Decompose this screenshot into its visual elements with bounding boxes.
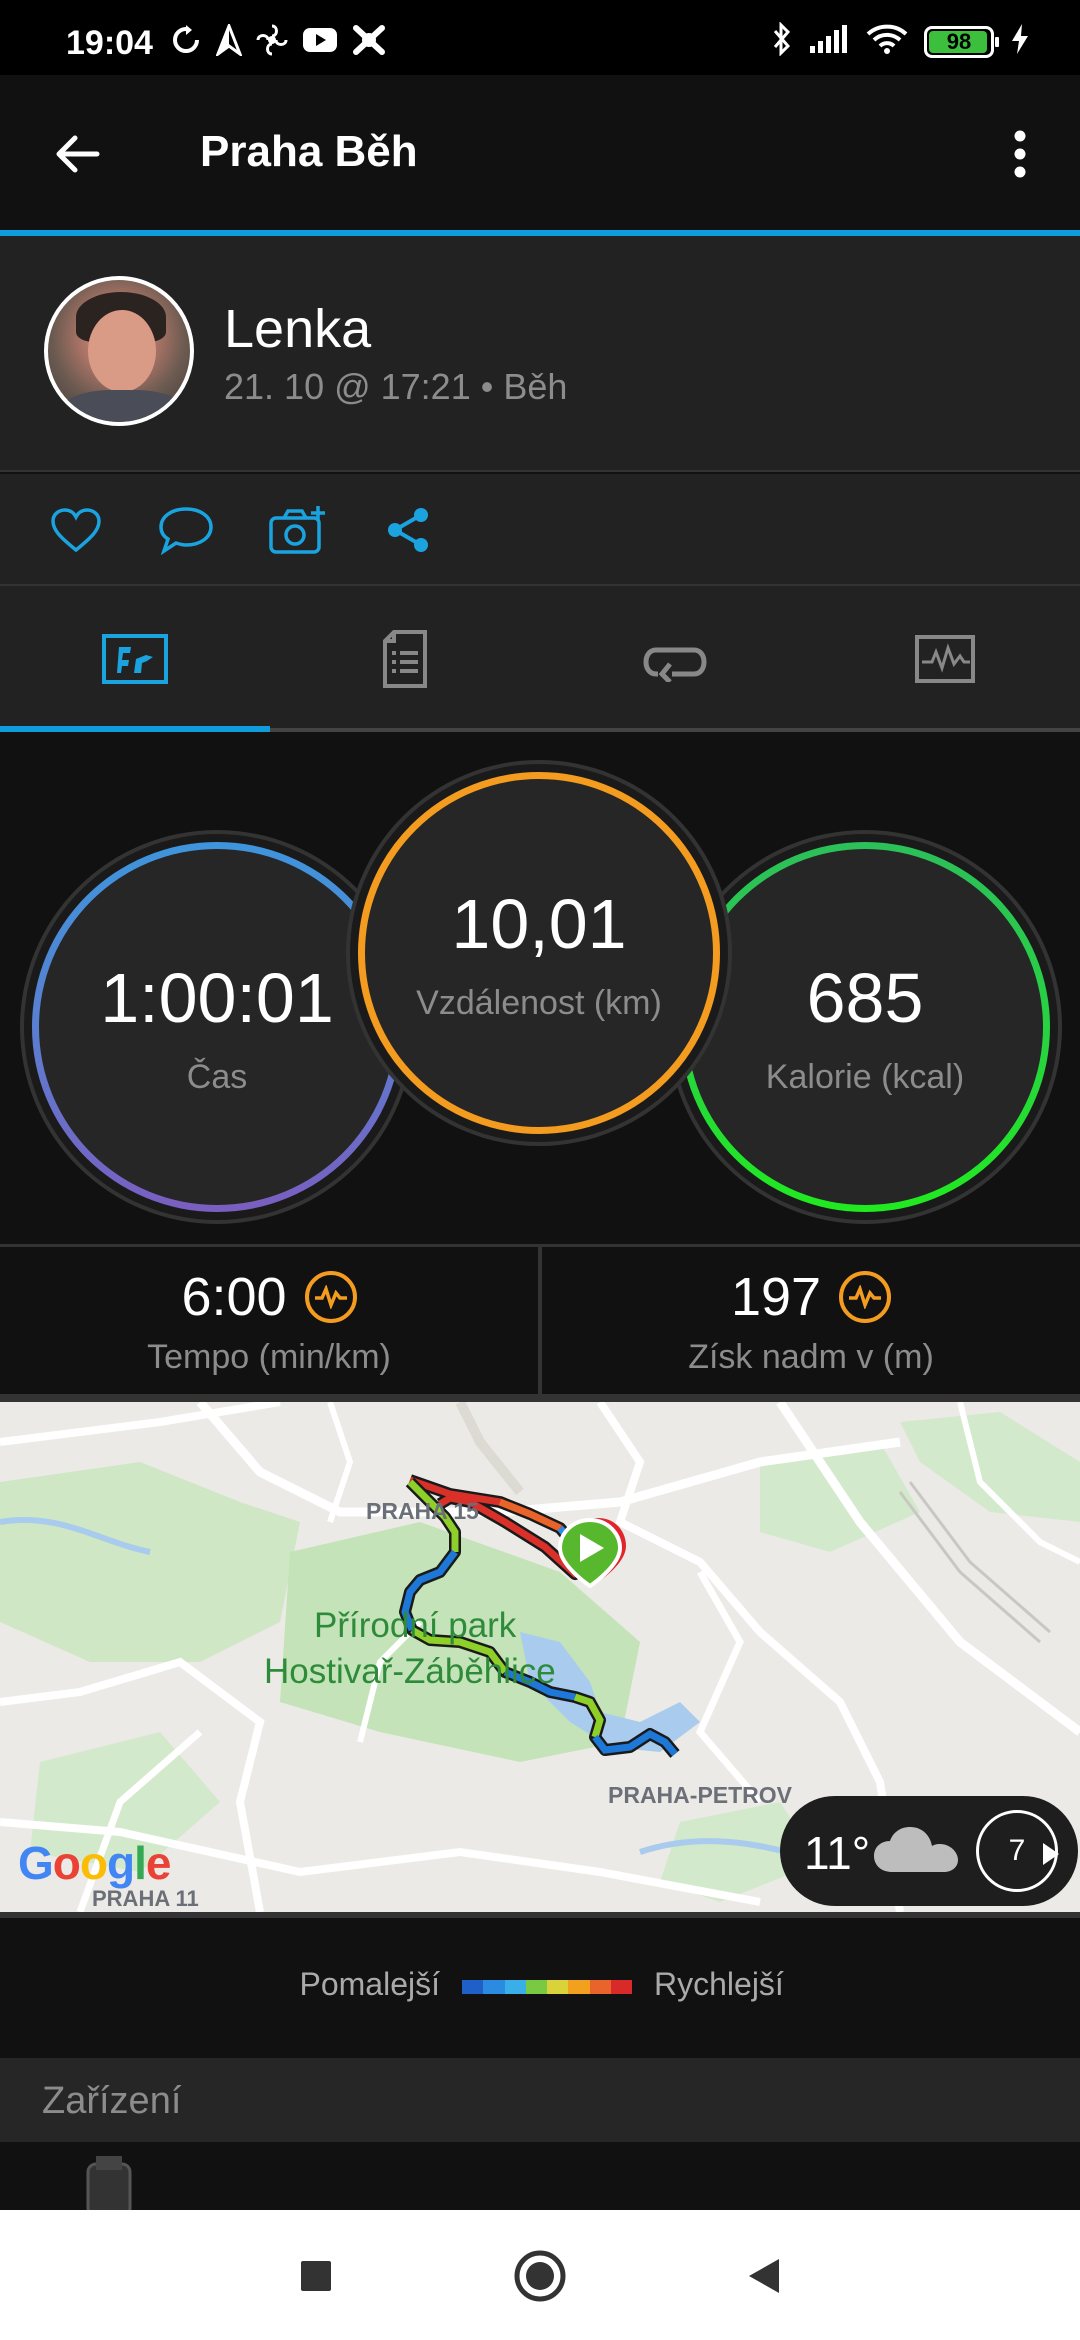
legend-slower-label: Pomalejší (299, 1966, 441, 2002)
elevation-metric[interactable]: 197 Získ nadm v (m) (542, 1266, 1080, 1377)
game-icon (352, 24, 386, 61)
divider (0, 1394, 1080, 1402)
legend-faster-label: Rychlejší (654, 1966, 784, 2002)
activity-subtitle: 21. 10 @ 17:21 • Běh (224, 366, 568, 407)
divider (0, 470, 1080, 472)
tempo-metric[interactable]: 6:00 Tempo (min/km) (0, 1266, 538, 1377)
time-label: Čas (186, 1057, 248, 1096)
share-button[interactable] (378, 502, 438, 558)
calories-label: Kalorie (kcal) (765, 1057, 965, 1096)
laps-icon (643, 647, 707, 682)
weather-badge[interactable]: 11° 7 (780, 1796, 1078, 1906)
tab-charts[interactable] (810, 586, 1080, 732)
system-back-button[interactable] (734, 2246, 794, 2306)
home-button[interactable] (510, 2246, 570, 2306)
app-bar: Praha Běh (0, 75, 1080, 230)
distance-label: Vzdálenost (km) (416, 983, 662, 1022)
status-bar: 19:04 98 (0, 0, 1080, 75)
social-actions (0, 474, 1080, 584)
status-right-icons: 98 (772, 21, 1030, 61)
pulse-icon (304, 1271, 357, 1323)
cloud-icon (870, 1822, 962, 1883)
activity-profile: Lenka 21. 10 @ 17:21 • Běh (0, 236, 1080, 472)
devices-heading: Zařízení (42, 2080, 182, 2122)
details-icon (383, 630, 427, 688)
wind-speed: 7 (1008, 1834, 1026, 1867)
wind-indicator: 7 (976, 1810, 1059, 1892)
add-photo-button[interactable] (268, 502, 328, 558)
fan-icon (256, 24, 288, 61)
recent-apps-icon (301, 2261, 331, 2291)
map-label-praha15: PRAHA 15 (366, 1498, 479, 1524)
elevation-value: 197 (730, 1267, 822, 1327)
weather-temperature: 11° (804, 1827, 871, 1879)
wifi-icon (866, 23, 908, 60)
signal-icon (808, 24, 850, 59)
calories-stat[interactable]: 685 Kalorie (kcal) (680, 842, 1050, 1212)
activity-tabs (0, 586, 1080, 732)
tempo-label: Tempo (min/km) (147, 1338, 391, 1376)
google-logo: Google (18, 1837, 171, 1889)
distance-stat[interactable]: 10,01 Vzdálenost (km) (358, 772, 720, 1134)
comment-button[interactable] (156, 502, 216, 558)
youtube-icon (302, 26, 338, 59)
elevation-label: Získ nadm v (m) (688, 1338, 934, 1376)
bluetooth-icon (772, 21, 792, 61)
map-label-park-line2: Hostivař-Záběhlice (264, 1652, 556, 1691)
like-button[interactable] (46, 502, 106, 558)
back-button[interactable] (42, 119, 112, 189)
back-icon (749, 2259, 779, 2293)
share-icon (388, 508, 428, 552)
watch-icon (86, 2156, 132, 2210)
map-label-petrovice: PRAHA-PETROV (608, 1782, 793, 1808)
more-vertical-icon (1014, 130, 1026, 178)
arrow-left-icon (56, 135, 100, 173)
devices-section-header: Zařízení (0, 2058, 1080, 2142)
overview-icon (102, 634, 168, 684)
calories-value: 685 (806, 958, 924, 1037)
more-menu-button[interactable] (990, 119, 1050, 189)
summary-stats: 1:00:01 Čas 685 Kalorie (kcal) 10,01 Vzd… (0, 732, 1080, 1244)
secondary-metrics: 6:00 Tempo (min/km) 197 Získ nadm v (m) (0, 1244, 1080, 1394)
tempo-value: 6:00 (181, 1267, 287, 1327)
page-title: Praha Běh (200, 127, 418, 176)
map-label-park-line1: Přírodní park (314, 1606, 517, 1645)
status-left-icons (170, 21, 386, 61)
speed-legend: Pomalejší Rychlejší (0, 1918, 1080, 2058)
battery-icon: 98 (924, 25, 999, 58)
system-nav-bar (0, 2210, 1080, 2340)
navigation-icon (214, 21, 244, 61)
wind-direction-icon (1043, 1843, 1059, 1865)
home-icon (514, 2250, 566, 2302)
charts-icon (915, 635, 975, 683)
device-item[interactable] (0, 2142, 1080, 2210)
recent-apps-button[interactable] (286, 2246, 346, 2306)
comment-icon (159, 507, 213, 555)
heart-icon (51, 508, 101, 553)
charging-icon (1010, 23, 1030, 60)
sync-icon (170, 24, 202, 61)
battery-level: 98 (946, 28, 972, 54)
distance-value: 10,01 (451, 884, 627, 963)
time-value: 1:00:01 (100, 958, 334, 1037)
tab-laps[interactable] (540, 586, 810, 732)
avatar[interactable] (44, 276, 194, 426)
time-stat[interactable]: 1:00:01 Čas (32, 842, 402, 1212)
status-time: 19:04 (66, 24, 153, 62)
speed-color-scale (462, 1980, 632, 1994)
camera-add-icon (269, 506, 325, 554)
pulse-icon (839, 1271, 892, 1323)
tab-overview[interactable] (0, 586, 270, 732)
user-name[interactable]: Lenka (224, 298, 371, 360)
tab-details[interactable] (270, 586, 540, 732)
